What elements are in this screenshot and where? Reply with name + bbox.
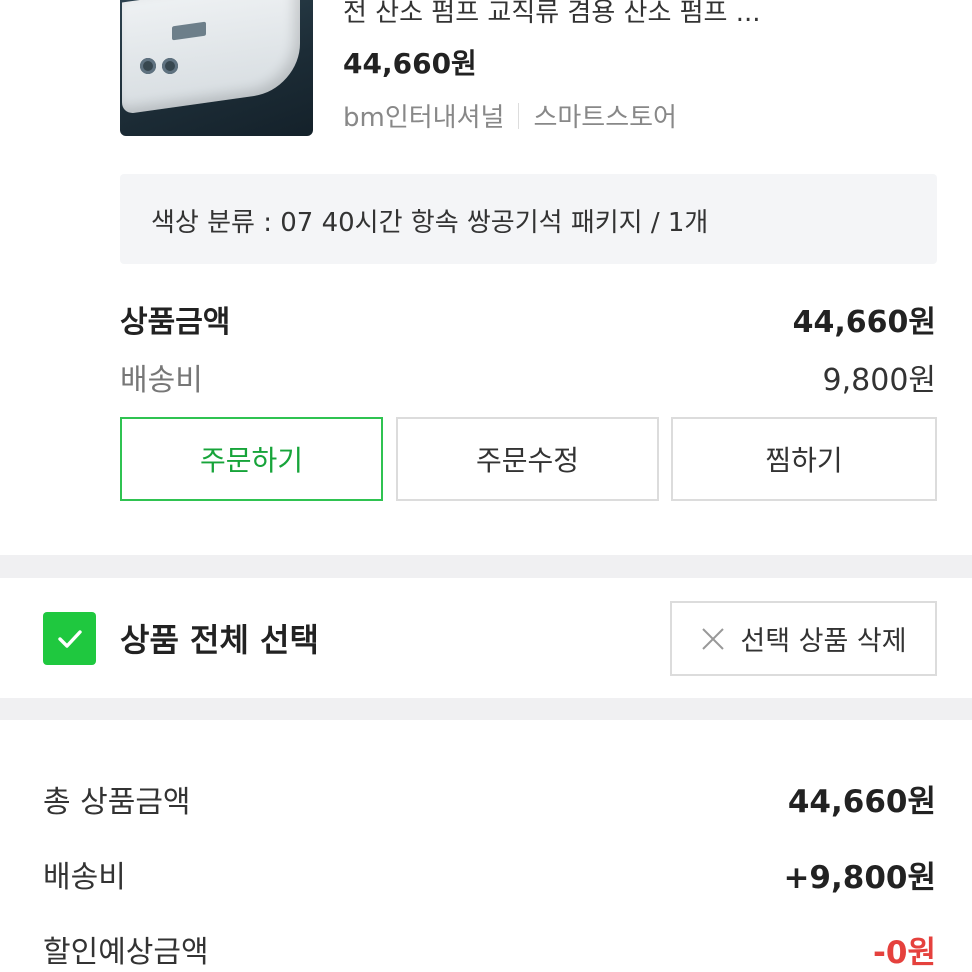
check-icon: [57, 629, 82, 648]
product-title[interactable]: 전 산소 펌프 교직류 겸용 산소 펌프 ...: [343, 0, 943, 24]
seller-name[interactable]: bm인터내셔널: [343, 97, 504, 134]
product-thumbnail[interactable]: [120, 0, 313, 136]
discount-value: -0원: [873, 935, 936, 971]
total-amount-label: 총 상품금액: [43, 785, 191, 820]
option-box: 색상 분류 : 07 40시간 항속 쌍공기석 패키지 / 1개: [120, 174, 937, 264]
item-shipping-value: 9,800원: [822, 363, 936, 398]
discount-label: 할인예상금액: [43, 935, 209, 970]
item-amount-label: 상품금액: [120, 305, 231, 340]
total-amount-value: 44,660원: [787, 784, 936, 820]
total-shipping-label: 배송비: [43, 860, 126, 895]
option-text: 색상 분류 : 07 40시간 항속 쌍공기석 패키지 / 1개: [151, 208, 709, 238]
modify-order-button[interactable]: 주문수정: [396, 417, 659, 501]
section-divider: [0, 698, 972, 720]
section-divider: [0, 555, 972, 578]
item-amount-value: 44,660원: [792, 305, 936, 340]
close-icon: [702, 627, 725, 650]
total-shipping-value: +9,800원: [783, 860, 936, 896]
product-price: 44,660원: [343, 47, 477, 80]
item-shipping-label: 배송비: [120, 363, 203, 398]
store-type: 스마트스토어: [533, 103, 677, 133]
seller-info: bm인터내셔널 스마트스토어: [343, 97, 677, 134]
delete-selected-label: 선택 상품 삭제: [740, 626, 907, 657]
product-image-port: [140, 58, 156, 74]
wishlist-button[interactable]: 찜하기: [671, 417, 937, 501]
order-button[interactable]: 주문하기: [120, 417, 383, 501]
select-all-label[interactable]: 상품 전체 선택: [120, 615, 319, 661]
delete-selected-button[interactable]: 선택 상품 삭제: [670, 601, 937, 676]
product-image-port: [162, 58, 178, 74]
divider: [518, 102, 520, 129]
select-all-checkbox[interactable]: [43, 612, 96, 665]
